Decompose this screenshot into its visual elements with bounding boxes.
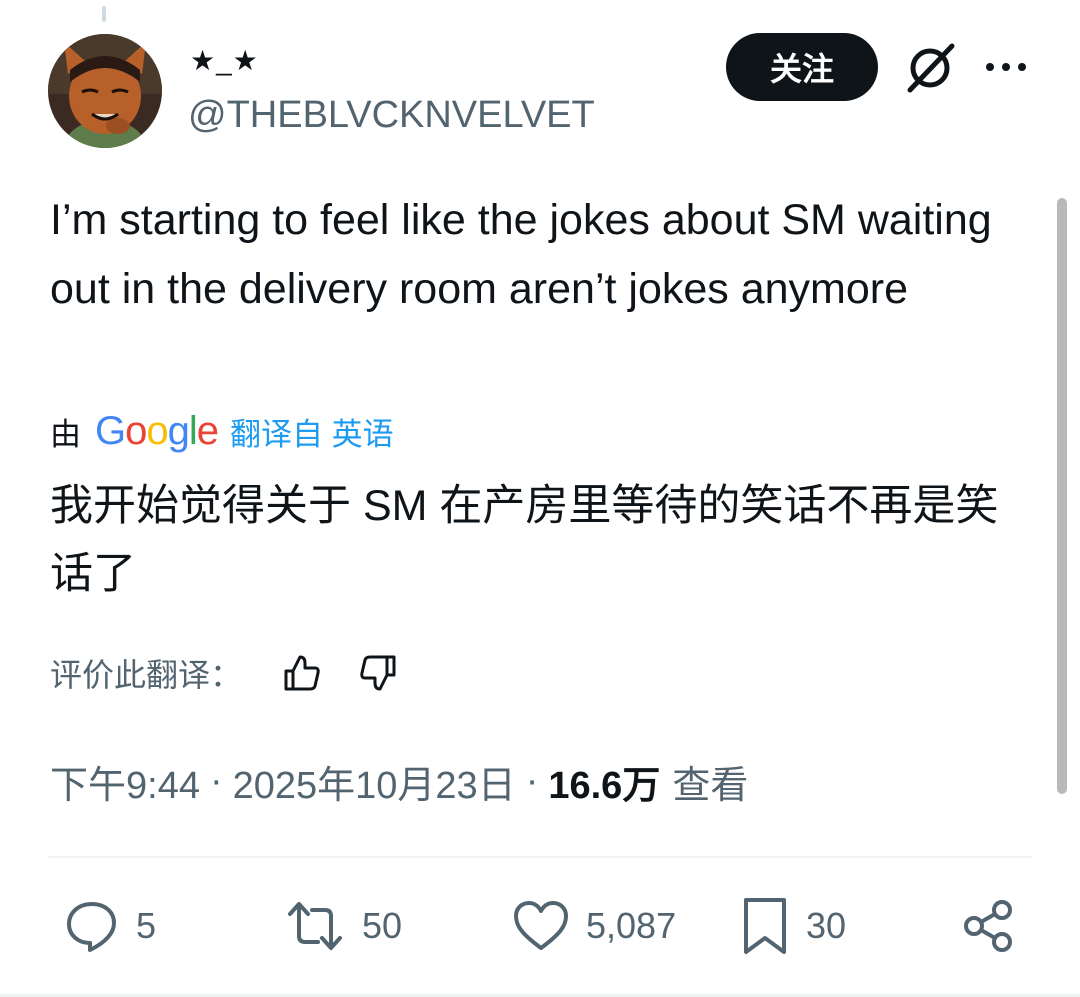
reply-icon xyxy=(67,902,116,952)
google-logo: Google xyxy=(95,408,219,453)
action-bar: 5 50 5,087 30 xyxy=(50,896,1030,956)
translated-from-link[interactable]: 翻译自 英语 xyxy=(230,409,394,454)
tweet-date[interactable]: 2025年10月23日 xyxy=(233,754,516,809)
rate-translation-row: 评价此翻译： xyxy=(50,648,398,698)
repost-icon xyxy=(288,902,342,950)
bookmark-icon xyxy=(744,898,786,954)
reply-count: 5 xyxy=(136,905,157,946)
tweet-text: I’m starting to feel like the jokes abou… xyxy=(50,196,992,313)
share-button[interactable] xyxy=(960,896,1032,956)
author-handle[interactable]: @THEBLVCKNVELVET xyxy=(188,94,595,137)
repost-count: 50 xyxy=(362,905,403,946)
meta-separator: · xyxy=(209,759,223,802)
scrollbar[interactable] xyxy=(1057,198,1067,794)
thumbs-down-icon[interactable] xyxy=(358,653,398,693)
like-button[interactable]: 5,087 xyxy=(512,896,676,956)
meta-separator: · xyxy=(525,759,539,802)
reply-button[interactable]: 5 xyxy=(64,896,156,956)
thread-connector-line xyxy=(102,6,106,22)
translated-text: 我开始觉得关于 SM 在产房里等待的笑话不再是笑话了 xyxy=(50,482,999,598)
rate-translation-label: 评价此翻译： xyxy=(50,657,243,693)
avatar[interactable] xyxy=(48,34,162,148)
views-count: 16.6万 xyxy=(548,764,661,807)
follow-button[interactable]: 关注 xyxy=(726,33,878,101)
more-dots-icon[interactable] xyxy=(984,50,1028,84)
heart-icon xyxy=(514,901,568,950)
tweet-meta: 下午9:44 · 2025年10月23日 · 16.6万 查看 xyxy=(50,754,748,808)
views-label: 查看 xyxy=(672,764,749,807)
divider xyxy=(48,856,1032,858)
author-display-name[interactable]: ★_★ xyxy=(190,44,259,77)
like-count: 5,087 xyxy=(586,905,677,946)
translation-attribution: 由 Google 翻译自 英语 xyxy=(50,404,394,458)
translated-by-label: 由 xyxy=(50,416,81,452)
share-icon xyxy=(964,900,1012,952)
grok-icon[interactable] xyxy=(902,40,958,96)
bookmark-button[interactable]: 30 xyxy=(740,896,846,956)
tweet-time[interactable]: 下午9:44 xyxy=(50,754,200,809)
repost-button[interactable]: 50 xyxy=(284,896,402,956)
bookmark-count: 30 xyxy=(806,905,847,946)
thumbs-up-icon[interactable] xyxy=(282,653,322,693)
